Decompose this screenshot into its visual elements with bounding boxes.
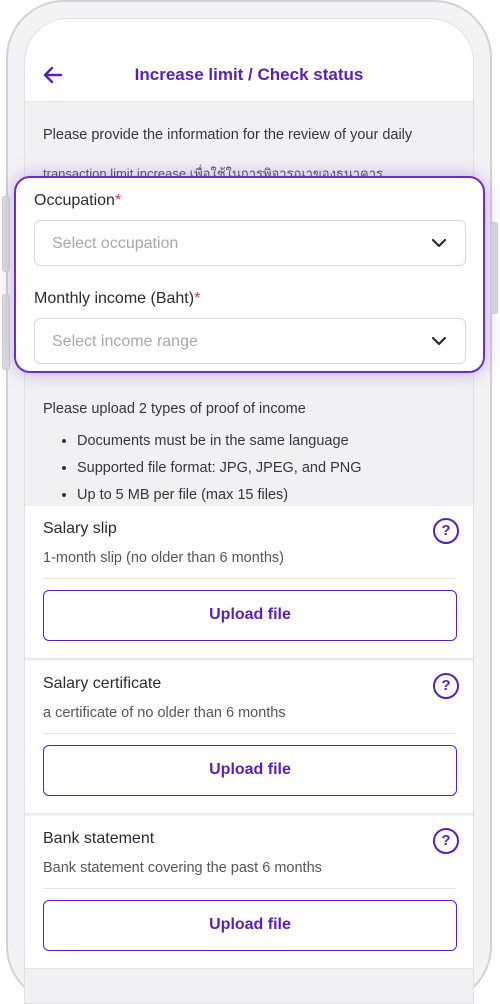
card-description: Bank statement covering the past 6 month… [43,860,322,876]
occupation-select[interactable]: Select occupation [34,220,466,266]
occupation-label: Occupation* [34,192,121,210]
intro-text: Please provide the information for the r… [43,127,413,143]
card-title: Bank statement [43,830,155,847]
list-item: Documents must be in the same language [77,428,362,455]
upload-file-button[interactable]: Upload file [43,745,457,796]
divider [43,733,455,734]
card-description: a certificate of no older than 6 months [43,705,286,721]
occupation-placeholder: Select occupation [52,235,179,252]
income-label: Monthly income (Baht)* [34,290,200,308]
app-header: Increase limit / Check status [25,19,473,102]
intro-obscured-line: transaction limit increase เพื่อใช้ในการ… [43,166,384,177]
required-mark: * [194,290,201,307]
card-description: 1-month slip (no older than 6 months) [43,550,284,566]
chevron-down-icon [431,238,447,248]
list-item: Up to 5 MB per file (max 15 files) [77,482,362,509]
required-mark: * [114,192,122,209]
help-icon[interactable]: ? [433,673,459,699]
divider [43,578,455,579]
proof-heading: Please upload 2 types of proof of income [43,401,306,417]
app-screen: Increase limit / Check status Please pro… [24,18,474,1004]
proof-requirements-list: Documents must be in the same language S… [43,428,362,509]
income-label-text: Monthly income (Baht) [34,290,195,307]
document-card-bank-statement: Bank statement ? Bank statement covering… [25,816,473,969]
card-title: Salary certificate [43,675,162,692]
upload-file-button[interactable]: Upload file [43,900,457,951]
phone-side-button-left-2 [2,294,10,370]
phone-side-button-right [490,222,498,314]
divider [43,888,455,889]
phone-side-button-left [2,196,10,272]
card-title: Salary slip [43,520,117,537]
help-icon[interactable]: ? [433,828,459,854]
income-select[interactable]: Select income range [34,318,466,364]
income-placeholder: Select income range [52,333,198,350]
occupation-label-text: Occupation [34,192,115,209]
document-card-salary-slip: Salary slip ? 1-month slip (no older tha… [25,506,473,659]
list-item: Supported file format: JPG, JPEG, and PN… [77,455,362,482]
chevron-down-icon [431,336,447,346]
document-card-salary-certificate: Salary certificate ? a certificate of no… [25,661,473,814]
page-title: Increase limit / Check status [134,65,364,84]
highlighted-income-form: Occupation* Select occupation Monthly in… [14,176,485,373]
upload-file-button[interactable]: Upload file [43,590,457,641]
help-icon[interactable]: ? [433,518,459,544]
